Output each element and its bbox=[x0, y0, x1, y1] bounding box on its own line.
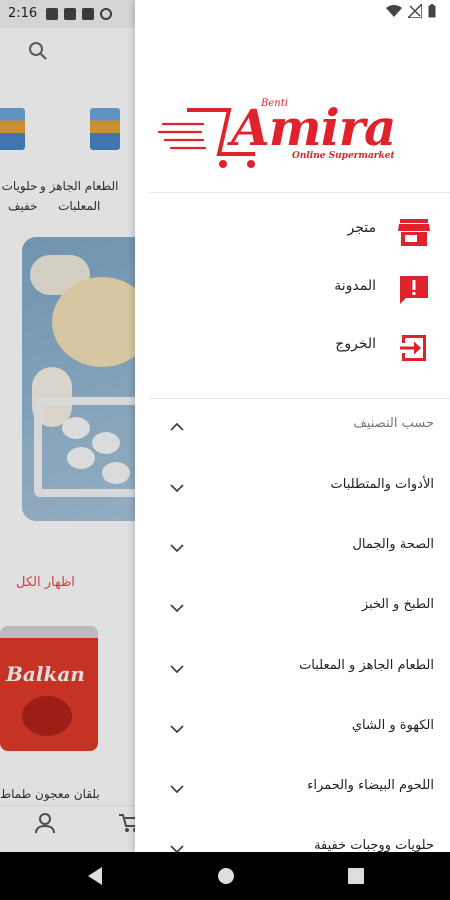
menu-item-store[interactable]: متجر bbox=[135, 208, 450, 256]
category-item[interactable]: الكهوة و الشاي bbox=[135, 709, 450, 749]
chevron-up-icon bbox=[170, 422, 184, 431]
menu-item-label: المدونة bbox=[334, 278, 376, 294]
chevron-down-icon bbox=[170, 484, 184, 493]
category-label: الطعام الجاهز و المعلبات bbox=[299, 658, 434, 673]
system-nav-bar bbox=[0, 852, 450, 900]
chevron-down-icon bbox=[170, 665, 184, 674]
category-item[interactable]: حلويات ووجبات خفيفة bbox=[135, 829, 450, 852]
store-logo: Benti Amira Online Supermarket bbox=[157, 96, 425, 172]
menu-item-logout[interactable]: الخروج bbox=[135, 324, 450, 372]
category-item[interactable]: الطبخ و الخبز bbox=[135, 588, 450, 628]
category-item[interactable]: اللحوم البيضاء والحمراء bbox=[135, 769, 450, 809]
battery-icon bbox=[428, 4, 436, 18]
status-icons bbox=[386, 4, 436, 18]
feedback-icon bbox=[400, 276, 428, 304]
menu-item-blog[interactable]: المدونة bbox=[135, 266, 450, 314]
categories-header-label: حسب التصنيف bbox=[353, 416, 434, 431]
category-label: اللحوم البيضاء والحمراء bbox=[307, 778, 434, 793]
back-icon[interactable] bbox=[86, 866, 104, 886]
category-label: الطبخ و الخبز bbox=[361, 597, 434, 612]
category-item[interactable]: الصحة والجمال bbox=[135, 528, 450, 568]
category-label: الصحة والجمال bbox=[352, 537, 434, 552]
logo-tagline: Online Supermarket bbox=[292, 151, 395, 161]
menu-item-label: الخروج bbox=[335, 336, 376, 352]
home-icon[interactable] bbox=[216, 866, 236, 886]
divider bbox=[149, 192, 450, 193]
chevron-down-icon bbox=[170, 604, 184, 613]
category-label: الأدوات والمتطلبات bbox=[330, 477, 434, 492]
category-item[interactable]: الطعام الجاهز و المعلبات bbox=[135, 649, 450, 689]
chevron-down-icon bbox=[170, 725, 184, 734]
divider bbox=[149, 398, 450, 399]
chevron-down-icon bbox=[170, 544, 184, 553]
category-item[interactable]: الأدوات والمتطلبات bbox=[135, 468, 450, 508]
chevron-down-icon bbox=[170, 845, 184, 852]
category-label: حلويات ووجبات خفيفة bbox=[314, 838, 434, 852]
wifi-icon bbox=[386, 4, 402, 18]
signal-icon bbox=[408, 4, 422, 18]
category-label: الكهوة و الشاي bbox=[351, 718, 434, 733]
navigation-drawer: Benti Amira Online Supermarket متجر المد… bbox=[135, 0, 450, 852]
store-icon bbox=[398, 219, 430, 246]
logo-wordmark: Amira bbox=[231, 98, 396, 157]
recents-icon[interactable] bbox=[347, 866, 365, 886]
menu-item-label: متجر bbox=[347, 220, 377, 236]
logout-icon bbox=[400, 335, 426, 361]
chevron-down-icon bbox=[170, 785, 184, 794]
categories-header[interactable]: حسب التصنيف bbox=[135, 407, 450, 447]
